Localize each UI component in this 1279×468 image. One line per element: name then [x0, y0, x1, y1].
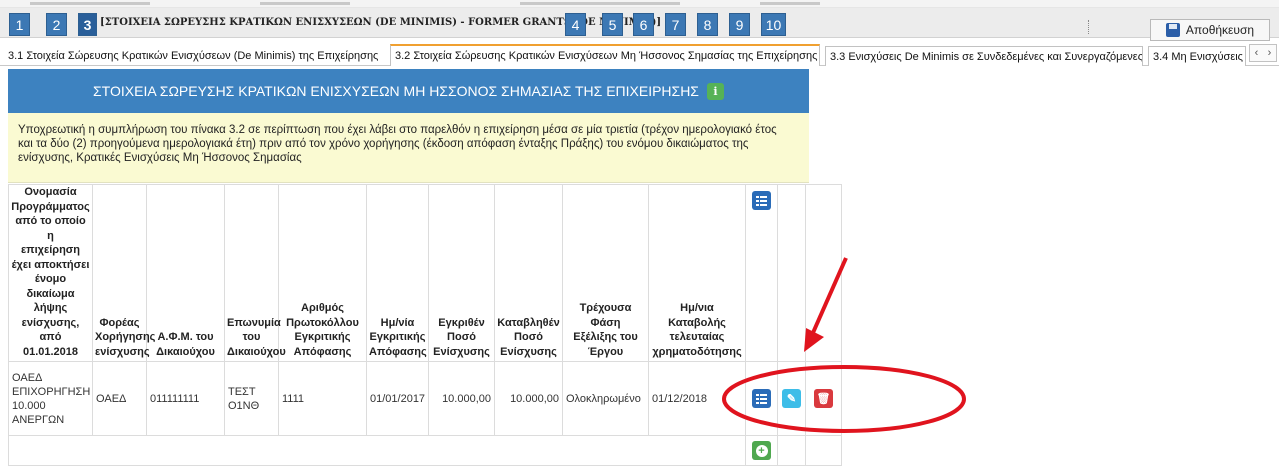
step-bar: 1 2 3 [ΣΤΟΙΧΕΙΑ ΣΩΡΕΥΣΗΣ ΚΡΑΤΙΚΩΝ ΕΝΙΣΧΥ… [0, 8, 1279, 41]
cell-add: + [745, 435, 778, 466]
aid-panel: ΣΤΟΙΧΕΙΑ ΣΩΡΕΥΣΗΣ ΚΡΑΤΙΚΩΝ ΕΝΙΣΧΥΣΕΩΝ ΜΗ… [8, 69, 842, 466]
notice-line: και τα δύο (2) προηγούμενα ημερολογιακά … [18, 138, 749, 150]
cell-paid-amount: 10.000,00 [494, 361, 563, 436]
tab-scroll-arrows: ‹ › [1249, 44, 1277, 62]
step-3-button[interactable]: 3 [78, 13, 97, 36]
header-last-payment: Ημ/νια Καταβολής τελευταίας χρηματοδότησης [648, 184, 746, 362]
step-4-button[interactable]: 4 [565, 13, 586, 36]
top-strip [0, 0, 1279, 8]
tab-3-4[interactable]: 3.4 Μη Ενισχύσεις [1148, 46, 1246, 66]
header-afm: Α.Φ.Μ. του Δικαιούχου [146, 184, 225, 362]
cell-phase: Ολοκληρωμένο [562, 361, 649, 436]
tab-3-1[interactable]: 3.1 Στοιχεία Σώρευσης Κρατικών Ενισχύσεω… [4, 46, 382, 66]
cell-afm: 011111111 [146, 361, 225, 436]
step-2-button[interactable]: 2 [46, 13, 67, 36]
tab-3-3[interactable]: 3.3 Ενισχύσεις De Minimis σε Συνδεδεμένε… [825, 46, 1143, 66]
header-approved-amount: Εγκριθέν Ποσό Ενίσχυσης [428, 184, 495, 362]
step-10-button[interactable]: 10 [761, 13, 786, 36]
list-icon[interactable] [752, 191, 771, 210]
panel-header: ΣΤΟΙΧΕΙΑ ΣΩΡΕΥΣΗΣ ΚΡΑΤΙΚΩΝ ΕΝΙΣΧΥΣΕΩΝ ΜΗ… [8, 69, 809, 113]
step-6-button[interactable]: 6 [633, 13, 654, 36]
add-row: + [8, 435, 842, 466]
header-program: Ονομασία Προγράμματος από το οποίο η επιχεί… [8, 184, 93, 362]
trash-icon[interactable]: 🗑 [814, 389, 833, 408]
edit-icon[interactable]: ✎ [782, 389, 801, 408]
header-protocol: Αριθμός Πρωτοκόλλου Εγκριτικής Απόφασης [278, 184, 367, 362]
header-approval-date: Ημ/νία Εγκριτικής Απόφασης [366, 184, 429, 362]
cell-agency: ΟΑΕΔ [92, 361, 147, 436]
add-row-spacer [8, 435, 746, 466]
plus-circle-icon[interactable]: + [752, 441, 771, 460]
cell-edit: ✎ [777, 361, 806, 436]
cell-empty [777, 435, 806, 466]
tab-prev-icon[interactable]: ‹ [1250, 45, 1263, 61]
header-edit [777, 184, 806, 362]
header-paid-amount: Καταβληθέν Ποσό Ενίσχυσης [494, 184, 563, 362]
cell-program: ΟΑΕΔ ΕΠΙΧΟΡΗΓΗΣΗ 10.000 ΑΝΕΡΓΩΝ [8, 361, 93, 436]
step-8-button[interactable]: 8 [697, 13, 718, 36]
cell-delete: 🗑 [805, 361, 842, 436]
table-header-row: Ονομασία Προγράμματος από το οποίο η επιχεί… [8, 184, 842, 362]
cell-approved-amount: 10.000,00 [428, 361, 495, 436]
cell-protocol: 1111 [278, 361, 367, 436]
notice-line: ενίσχυσης, Κρατικές Ενισχύσεις Μη Ήσσονο… [18, 152, 302, 164]
header-delete [805, 184, 842, 362]
step-9-button[interactable]: 9 [729, 13, 750, 36]
step-5-button[interactable]: 5 [602, 13, 623, 36]
notice-line: Υποχρεωτική η συμπλήρωση του πίνακα 3.2 … [18, 124, 777, 136]
save-button[interactable]: Αποθήκευση [1150, 19, 1270, 41]
header-agency: Φορέας Χορήγησης ενίσχυσης [92, 184, 155, 362]
panel-title: ΣΤΟΙΧΕΙΑ ΣΩΡΕΥΣΗΣ ΚΡΑΤΙΚΩΝ ΕΝΙΣΧΥΣΕΩΝ ΜΗ… [93, 83, 699, 99]
header-name: Επωνυμία του Δικαιούχου [224, 184, 286, 362]
aid-table: Ονομασία Προγράμματος από το οποίο η επιχεί… [8, 184, 842, 466]
tab-bar: 3.1 Στοιχεία Σώρευσης Κρατικών Ενισχύσεω… [0, 44, 1279, 66]
header-actions [745, 184, 778, 362]
cell-approval-date: 01/01/2017 [366, 361, 429, 436]
toolbar-separator [1088, 20, 1090, 34]
cell-empty [805, 435, 842, 466]
floppy-disk-icon [1165, 23, 1180, 37]
cell-view [745, 361, 778, 436]
header-phase: Τρέχουσα Φάση Εξέλιξης του Έργου [562, 184, 649, 362]
tab-next-icon[interactable]: › [1263, 45, 1276, 61]
notice-box: Υποχρεωτική η συμπλήρωση του πίνακα 3.2 … [8, 113, 809, 183]
info-icon[interactable]: i [706, 82, 724, 100]
step-7-button[interactable]: 7 [665, 13, 686, 36]
list-icon[interactable] [752, 389, 771, 408]
tab-3-2[interactable]: 3.2 Στοιχεία Σώρευσης Κρατικών Ενισχύσεω… [390, 44, 820, 66]
cell-last-payment: 01/12/2018 [648, 361, 746, 436]
save-button-label: Αποθήκευση [1185, 23, 1255, 37]
table-row[interactable]: ΟΑΕΔ ΕΠΙΧΟΡΗΓΗΣΗ 10.000 ΑΝΕΡΓΩΝ ΟΑΕΔ 011111… [8, 361, 842, 436]
cell-name: ΤΕΣΤ Ο1ΝΘ [224, 361, 279, 436]
step-1-button[interactable]: 1 [9, 13, 30, 36]
